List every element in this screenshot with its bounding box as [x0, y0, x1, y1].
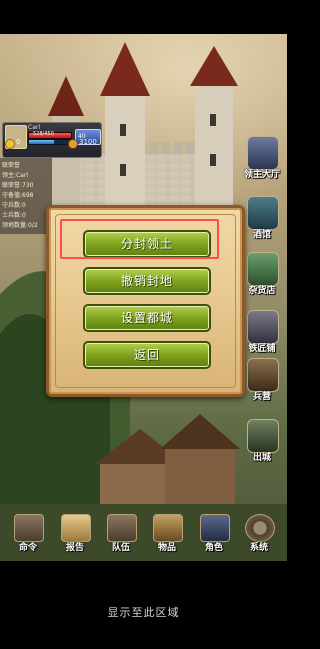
bottom-button-report[interactable]: 报告 — [53, 512, 97, 560]
info-line: 联荣誉:730 — [2, 182, 34, 189]
coin-icon — [68, 139, 78, 149]
bottom-hint-text: 显示至此区域 — [107, 606, 180, 619]
side-label: 领主大厅 — [243, 170, 280, 180]
bottom-label: 系统 — [249, 543, 268, 553]
bottom-menu: 命令 报告 队伍 物品 角色 系统 — [0, 512, 287, 560]
side-button-lord-hall[interactable]: 领主大厅 — [241, 136, 283, 184]
highlight-box — [60, 219, 219, 259]
castle-hall-icon — [247, 136, 279, 170]
team-icon — [107, 514, 137, 542]
side-button-exit-city[interactable]: 出城 — [241, 419, 283, 467]
side-button-blacksmith[interactable]: 铁匠铺 — [241, 310, 283, 358]
scroll-icon — [61, 514, 91, 542]
info-line: 守兵数:0 — [2, 202, 26, 209]
side-button-barracks[interactable]: 兵营 — [241, 358, 283, 406]
info-line: 领地数量:0/2 — [2, 222, 38, 229]
bottom-button-character[interactable]: 角色 — [192, 512, 236, 560]
coin-value: 3100 — [79, 138, 97, 146]
bag-icon — [153, 514, 183, 542]
set-capital-button[interactable]: 设置都城 — [83, 304, 211, 332]
bottom-label: 报告 — [65, 543, 84, 553]
info-line: 联荣誉 — [2, 162, 21, 169]
bottom-button-items[interactable]: 物品 — [145, 512, 189, 560]
shop-icon — [247, 252, 279, 286]
side-label: 兵营 — [252, 392, 271, 402]
gear-icon — [245, 514, 275, 542]
gate-icon — [247, 419, 279, 453]
bottom-button-team[interactable]: 队伍 — [99, 512, 143, 560]
gold-value: 0 — [16, 138, 21, 146]
side-button-shop[interactable]: 杂货店 — [241, 252, 283, 300]
barracks-icon — [247, 358, 279, 392]
territory-info-list: 联荣誉 领主:Carl 联荣誉:730 守备值:698 守兵数:0 士兵数:0 … — [0, 158, 52, 234]
bottom-label: 物品 — [157, 543, 176, 553]
bottom-label: 命令 — [18, 543, 37, 553]
side-label: 铁匠铺 — [248, 344, 276, 354]
back-button[interactable]: 返回 — [83, 341, 211, 369]
side-label: 杂货店 — [248, 286, 276, 296]
character-icon — [200, 514, 230, 542]
revoke-fief-button[interactable]: 撤销封地 — [83, 267, 211, 295]
bottom-button-command[interactable]: 命令 — [6, 512, 50, 560]
resource-row: 0 3100 — [2, 138, 100, 150]
side-label: 酒馆 — [252, 230, 271, 240]
info-line: 领主:Carl — [2, 172, 29, 179]
info-line: 守备值:698 — [2, 192, 34, 199]
command-icon — [14, 514, 44, 542]
side-label: 出城 — [252, 453, 271, 463]
side-button-tavern[interactable]: 酒馆 — [241, 196, 283, 244]
gold-icon — [5, 139, 15, 149]
bottom-label: 队伍 — [111, 543, 130, 553]
bottom-label: 角色 — [204, 543, 223, 553]
anvil-icon — [247, 310, 279, 344]
player-name: Carl — [28, 124, 40, 131]
tavern-icon — [247, 196, 279, 230]
info-line: 士兵数:0 — [2, 212, 26, 219]
bottom-button-system[interactable]: 系统 — [237, 512, 281, 560]
status-bar-area — [0, 0, 287, 34]
hp-text: 528/450 — [33, 131, 54, 137]
